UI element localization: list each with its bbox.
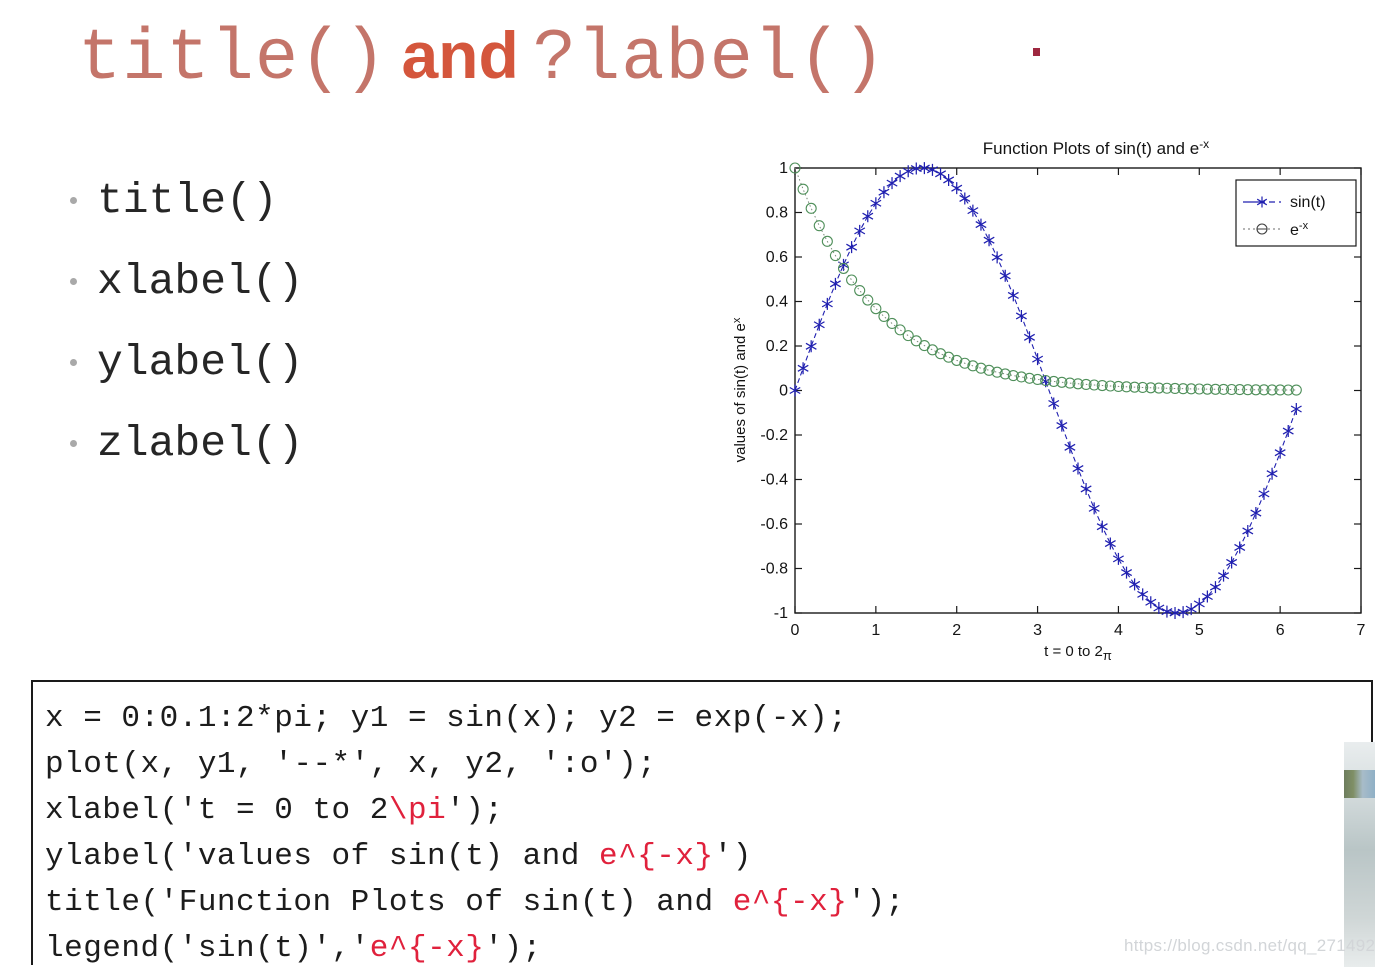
y-tick-label: 0.4 <box>766 294 788 311</box>
list-item-label: xlabel() <box>97 257 304 306</box>
code-line-3-a: xlabel('t = 0 to 2 <box>45 793 389 828</box>
y-tick-label: -1 <box>774 605 788 622</box>
y-tick-label: 0.8 <box>766 205 788 222</box>
bullet-dot-icon <box>70 278 77 285</box>
code-block: x = 0:0.1:2*pi; y1 = sin(x); y2 = exp(-x… <box>31 680 1373 965</box>
list-item-label: ylabel() <box>97 338 304 387</box>
watermark: https://blog.csdn.net/qq_27149279 <box>1124 936 1375 955</box>
bullet-dot-icon <box>70 359 77 366</box>
bullet-list: title() xlabel() ylabel() zlabel() <box>70 160 490 484</box>
code-line-4-a: ylabel('values of sin(t) and <box>45 839 599 874</box>
background-photo-strip <box>1344 742 1375 967</box>
x-tick-label: 1 <box>871 622 880 639</box>
x-tick-label: 3 <box>1033 622 1042 639</box>
y-tick-label: -0.4 <box>760 472 788 489</box>
x-tick-label: 2 <box>952 622 961 639</box>
code-line-1: x = 0:0.1:2*pi; y1 = sin(x); y2 = exp(-x… <box>45 701 848 736</box>
y-tick-label: -0.8 <box>760 561 788 578</box>
page-title-part1: title() <box>78 18 388 100</box>
title-accent-dot-icon <box>1033 48 1040 56</box>
code-line-6-a: legend('sin(t)',' <box>45 931 370 965</box>
code-line-3-b: '); <box>446 793 504 828</box>
list-item-label: title() <box>97 176 278 225</box>
code-line-4-b: ') <box>713 839 752 874</box>
page-title-part2: ?label() <box>532 18 887 100</box>
y-tick-label: 0.2 <box>766 338 788 355</box>
y-tick-label: 0.6 <box>766 249 788 266</box>
chart-legend[interactable]: sin(t) e-x <box>1235 179 1357 247</box>
y-tick-label: -0.6 <box>760 516 788 533</box>
bullet-dot-icon <box>70 197 77 204</box>
list-item: zlabel() <box>70 403 490 484</box>
x-axis-label: t = 0 to 2π <box>1044 643 1112 663</box>
code-line-5-hl: e^{-x} <box>732 885 848 920</box>
x-tick-label: 6 <box>1276 622 1285 639</box>
page-title: title() and ?label() <box>78 22 886 95</box>
y-tick-label: 1 <box>779 160 788 177</box>
code-line-5-b: '); <box>847 885 905 920</box>
matlab-figure: Function Plots of sin(t) and e-x 0 1 2 3 4 5 6… <box>728 132 1373 672</box>
code-line-4-hl: e^{-x} <box>599 839 714 874</box>
x-tick-label: 5 <box>1195 622 1204 639</box>
list-item: ylabel() <box>70 322 490 403</box>
y-tick-label: 0 <box>779 383 788 400</box>
code-line-6-hl: e^{-x} <box>369 931 485 965</box>
x-tick-label: 7 <box>1357 622 1366 639</box>
page-title-and: and <box>401 18 519 92</box>
plot-series-layer <box>789 162 1302 619</box>
code-lines: x = 0:0.1:2*pi; y1 = sin(x); y2 = exp(-x… <box>33 682 1371 965</box>
code-line-6-b: '); <box>484 931 542 965</box>
chart-title: Function Plots of sin(t) and e-x <box>983 137 1209 158</box>
bullet-dot-icon <box>70 440 77 447</box>
list-item: xlabel() <box>70 241 490 322</box>
x-tick-label: 4 <box>1114 622 1123 639</box>
x-tick-label: 0 <box>791 622 800 639</box>
y-tick-label: -0.2 <box>760 427 788 444</box>
legend-label-sin: sin(t) <box>1290 194 1326 211</box>
photo-strip-band <box>1344 770 1375 798</box>
plot-svg: Function Plots of sin(t) and e-x 0 1 2 3 4 5 6… <box>731 137 1366 663</box>
code-line-2: plot(x, y1, '--*', x, y2, ':o'); <box>45 747 657 782</box>
code-line-3-hl: \pi <box>388 793 447 828</box>
y-axis-label: values of sin(t) and ex <box>731 317 749 462</box>
list-item: title() <box>70 160 490 241</box>
code-line-5-a: title('Function Plots of sin(t) and <box>45 885 733 920</box>
list-item-label: zlabel() <box>97 419 304 468</box>
